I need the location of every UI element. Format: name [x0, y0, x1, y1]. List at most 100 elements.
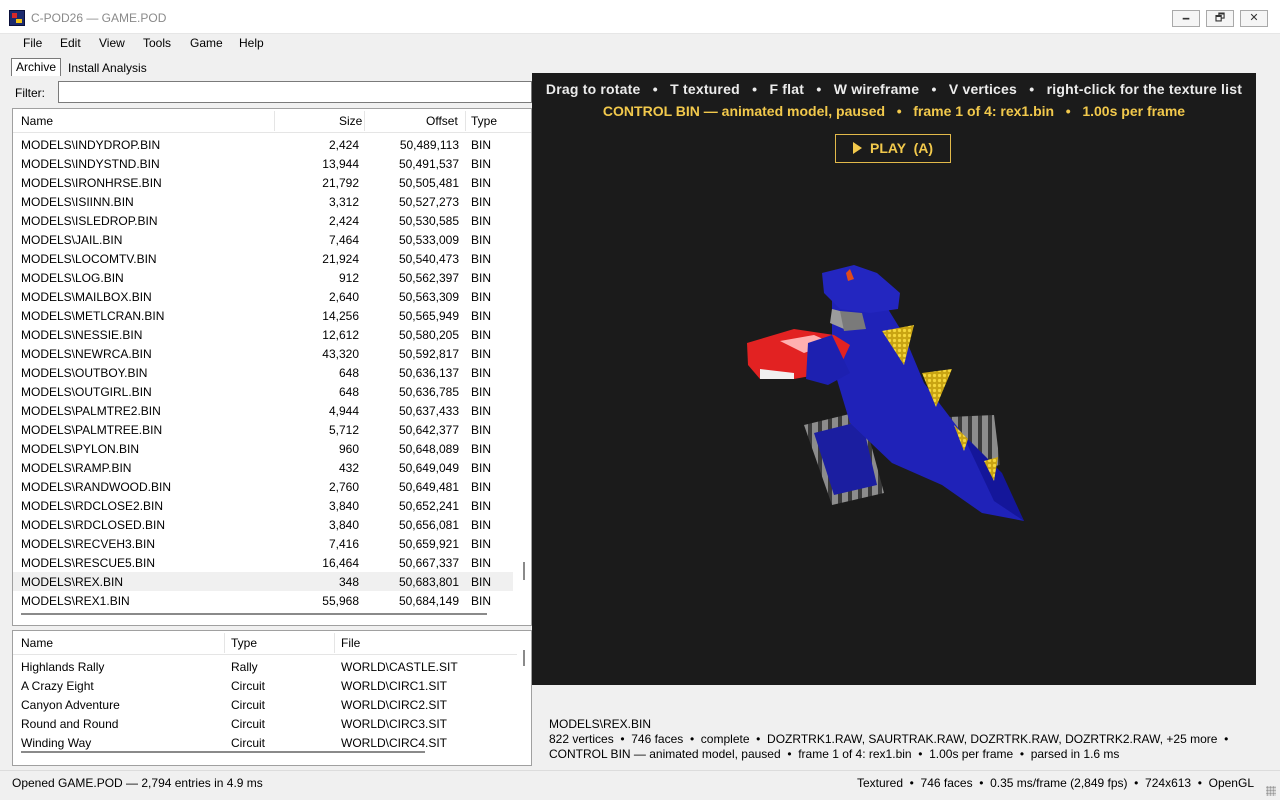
- table-row[interactable]: MODELS\INDYDROP.BIN 2,424 50,489,113 BIN: [13, 135, 513, 154]
- file-list-vertical-scrollbar[interactable]: [517, 134, 531, 612]
- column-divider[interactable]: [334, 633, 335, 653]
- file-type-cell: BIN: [471, 347, 492, 361]
- table-row[interactable]: MODELS\MAILBOX.BIN 2,640 50,563,309 BIN: [13, 287, 513, 306]
- table-row[interactable]: MODELS\PALMTREE.BIN 5,712 50,642,377 BIN: [13, 420, 513, 439]
- list-item[interactable]: Winding Way Circuit WORLD\CIRC4.SIT: [13, 733, 513, 752]
- table-row[interactable]: MODELS\RDCLOSE2.BIN 3,840 50,652,241 BIN: [13, 496, 513, 515]
- list-item[interactable]: Round and Round Circuit WORLD\CIRC3.SIT: [13, 714, 513, 733]
- table-row[interactable]: MODELS\PALMTRE2.BIN 4,944 50,637,433 BIN: [13, 401, 513, 420]
- model-file-name: MODELS\REX.BIN: [549, 717, 652, 731]
- menu-game[interactable]: Game: [190, 36, 223, 50]
- list-item[interactable]: A Crazy Eight Circuit WORLD\CIRC1.SIT: [13, 676, 513, 695]
- file-size-cell: 2,760: [328, 480, 359, 494]
- file-type-cell: BIN: [471, 309, 492, 323]
- column-divider[interactable]: [465, 111, 466, 131]
- tab-install-analysis[interactable]: Install Analysis: [64, 60, 151, 78]
- column-offset[interactable]: Offset: [426, 114, 458, 128]
- table-row[interactable]: MODELS\ISIINN.BIN 3,312 50,527,273 BIN: [13, 192, 513, 211]
- play-label: PLAY (A): [869, 140, 933, 156]
- file-size-cell: 3,840: [328, 518, 359, 532]
- file-size-cell: 5,712: [328, 423, 359, 437]
- column-divider[interactable]: [274, 111, 275, 131]
- minimize-button[interactable]: 🗕: [1172, 10, 1200, 27]
- table-row[interactable]: MODELS\NESSIE.BIN 12,612 50,580,205 BIN: [13, 325, 513, 344]
- close-button[interactable]: ✕: [1240, 10, 1268, 27]
- menu-edit[interactable]: Edit: [60, 36, 81, 50]
- table-row[interactable]: MODELS\METLCRAN.BIN 14,256 50,565,949 BIN: [13, 306, 513, 325]
- maximize-button[interactable]: 🗗: [1206, 10, 1234, 27]
- file-offset-cell: 50,530,585: [398, 214, 459, 228]
- menu-file[interactable]: File: [23, 36, 42, 50]
- track-list-horizontal-scrollbar[interactable]: [21, 751, 425, 753]
- column-track-file[interactable]: File: [341, 636, 360, 650]
- file-name-cell: MODELS\REX1.BIN: [21, 594, 130, 608]
- list-item[interactable]: Highlands Rally Rally WORLD\CASTLE.SIT: [13, 657, 513, 676]
- file-type-cell: BIN: [471, 366, 492, 380]
- file-offset-cell: 50,540,473: [398, 252, 459, 266]
- file-name-cell: MODELS\NEWRCA.BIN: [21, 347, 152, 361]
- table-row[interactable]: MODELS\IRONHRSE.BIN 21,792 50,505,481 BIN: [13, 173, 513, 192]
- file-name-cell: MODELS\PALMTREE.BIN: [21, 423, 163, 437]
- scroll-thumb[interactable]: [523, 650, 525, 666]
- tab-archive[interactable]: Archive: [11, 58, 62, 76]
- scroll-thumb[interactable]: [523, 562, 525, 580]
- table-row[interactable]: MODELS\INDYSTND.BIN 13,944 50,491,537 BIN: [13, 154, 513, 173]
- file-name-cell: MODELS\NESSIE.BIN: [21, 328, 143, 342]
- track-rows: Highlands Rally Rally WORLD\CASTLE.SIT A Cr…: [13, 657, 513, 752]
- file-offset-cell: 50,656,081: [398, 518, 459, 532]
- menu-tools[interactable]: Tools: [143, 36, 171, 50]
- track-list[interactable]: Name Type File Highlands Rally Rally WORLD…: [12, 630, 532, 766]
- list-item[interactable]: Canyon Adventure Circuit WORLD\CIRC2.SIT: [13, 695, 513, 714]
- track-list-vertical-scrollbar[interactable]: [517, 649, 531, 747]
- table-row[interactable]: MODELS\LOCOMTV.BIN 21,924 50,540,473 BIN: [13, 249, 513, 268]
- table-row[interactable]: MODELS\REX.BIN 348 50,683,801 BIN: [13, 572, 513, 591]
- file-offset-cell: 50,683,801: [398, 575, 459, 589]
- table-row[interactable]: MODELS\RAMP.BIN 432 50,649,049 BIN: [13, 458, 513, 477]
- file-type-cell: BIN: [471, 537, 492, 551]
- column-divider[interactable]: [364, 111, 365, 131]
- table-row[interactable]: MODELS\PYLON.BIN 960 50,648,089 BIN: [13, 439, 513, 458]
- model-details: 822 vertices • 746 faces • complete • DO…: [549, 732, 1235, 761]
- file-list[interactable]: Name Size Offset Type MODELS\INDYDROP.BI…: [12, 108, 532, 626]
- table-row[interactable]: MODELS\OUTGIRL.BIN 648 50,636,785 BIN: [13, 382, 513, 401]
- file-type-cell: BIN: [471, 442, 492, 456]
- file-offset-cell: 50,592,817: [398, 347, 459, 361]
- table-row[interactable]: MODELS\RANDWOOD.BIN 2,760 50,649,481 BIN: [13, 477, 513, 496]
- file-size-cell: 960: [338, 442, 359, 456]
- filter-input[interactable]: [58, 81, 532, 103]
- file-offset-cell: 50,527,273: [398, 195, 459, 209]
- neck-joint: [840, 311, 866, 331]
- column-track-type[interactable]: Type: [231, 636, 257, 650]
- table-row[interactable]: MODELS\RECVEH3.BIN 7,416 50,659,921 BIN: [13, 534, 513, 553]
- file-offset-cell: 50,505,481: [398, 176, 459, 190]
- file-name-cell: MODELS\MAILBOX.BIN: [21, 290, 152, 304]
- track-file-cell: WORLD\CIRC2.SIT: [341, 698, 448, 712]
- column-name[interactable]: Name: [21, 114, 53, 128]
- file-size-cell: 7,464: [328, 233, 359, 247]
- model-viewport[interactable]: Drag to rotate • T textured • F flat • W…: [532, 73, 1256, 685]
- table-row[interactable]: MODELS\OUTBOY.BIN 648 50,636,137 BIN: [13, 363, 513, 382]
- table-row[interactable]: MODELS\RDCLOSED.BIN 3,840 50,656,081 BIN: [13, 515, 513, 534]
- file-size-cell: 4,944: [328, 404, 359, 418]
- file-type-cell: BIN: [471, 480, 492, 494]
- resize-grip-icon[interactable]: [1266, 786, 1276, 796]
- title-bar: C-POD26 — GAME.POD 🗕 🗗 ✕: [0, 0, 1280, 34]
- file-list-horizontal-scrollbar[interactable]: [21, 613, 487, 615]
- file-type-cell: BIN: [471, 518, 492, 532]
- table-row[interactable]: MODELS\NEWRCA.BIN 43,320 50,592,817 BIN: [13, 344, 513, 363]
- column-track-name[interactable]: Name: [21, 636, 53, 650]
- table-row[interactable]: MODELS\REX1.BIN 55,968 50,684,149 BIN: [13, 591, 513, 610]
- file-offset-cell: 50,649,049: [398, 461, 459, 475]
- column-size[interactable]: Size: [339, 114, 362, 128]
- table-row[interactable]: MODELS\RESCUE5.BIN 16,464 50,667,337 BIN: [13, 553, 513, 572]
- table-row[interactable]: MODELS\LOG.BIN 912 50,562,397 BIN: [13, 268, 513, 287]
- track-list-header: Name Type File: [13, 631, 531, 655]
- menu-view[interactable]: View: [99, 36, 125, 50]
- table-row[interactable]: MODELS\JAIL.BIN 7,464 50,533,009 BIN: [13, 230, 513, 249]
- column-divider[interactable]: [224, 633, 225, 653]
- table-row[interactable]: MODELS\ISLEDROP.BIN 2,424 50,530,585 BIN: [13, 211, 513, 230]
- play-button[interactable]: PLAY (A): [835, 134, 951, 163]
- file-name-cell: MODELS\METLCRAN.BIN: [21, 309, 165, 323]
- menu-help[interactable]: Help: [239, 36, 264, 50]
- column-type[interactable]: Type: [471, 114, 497, 128]
